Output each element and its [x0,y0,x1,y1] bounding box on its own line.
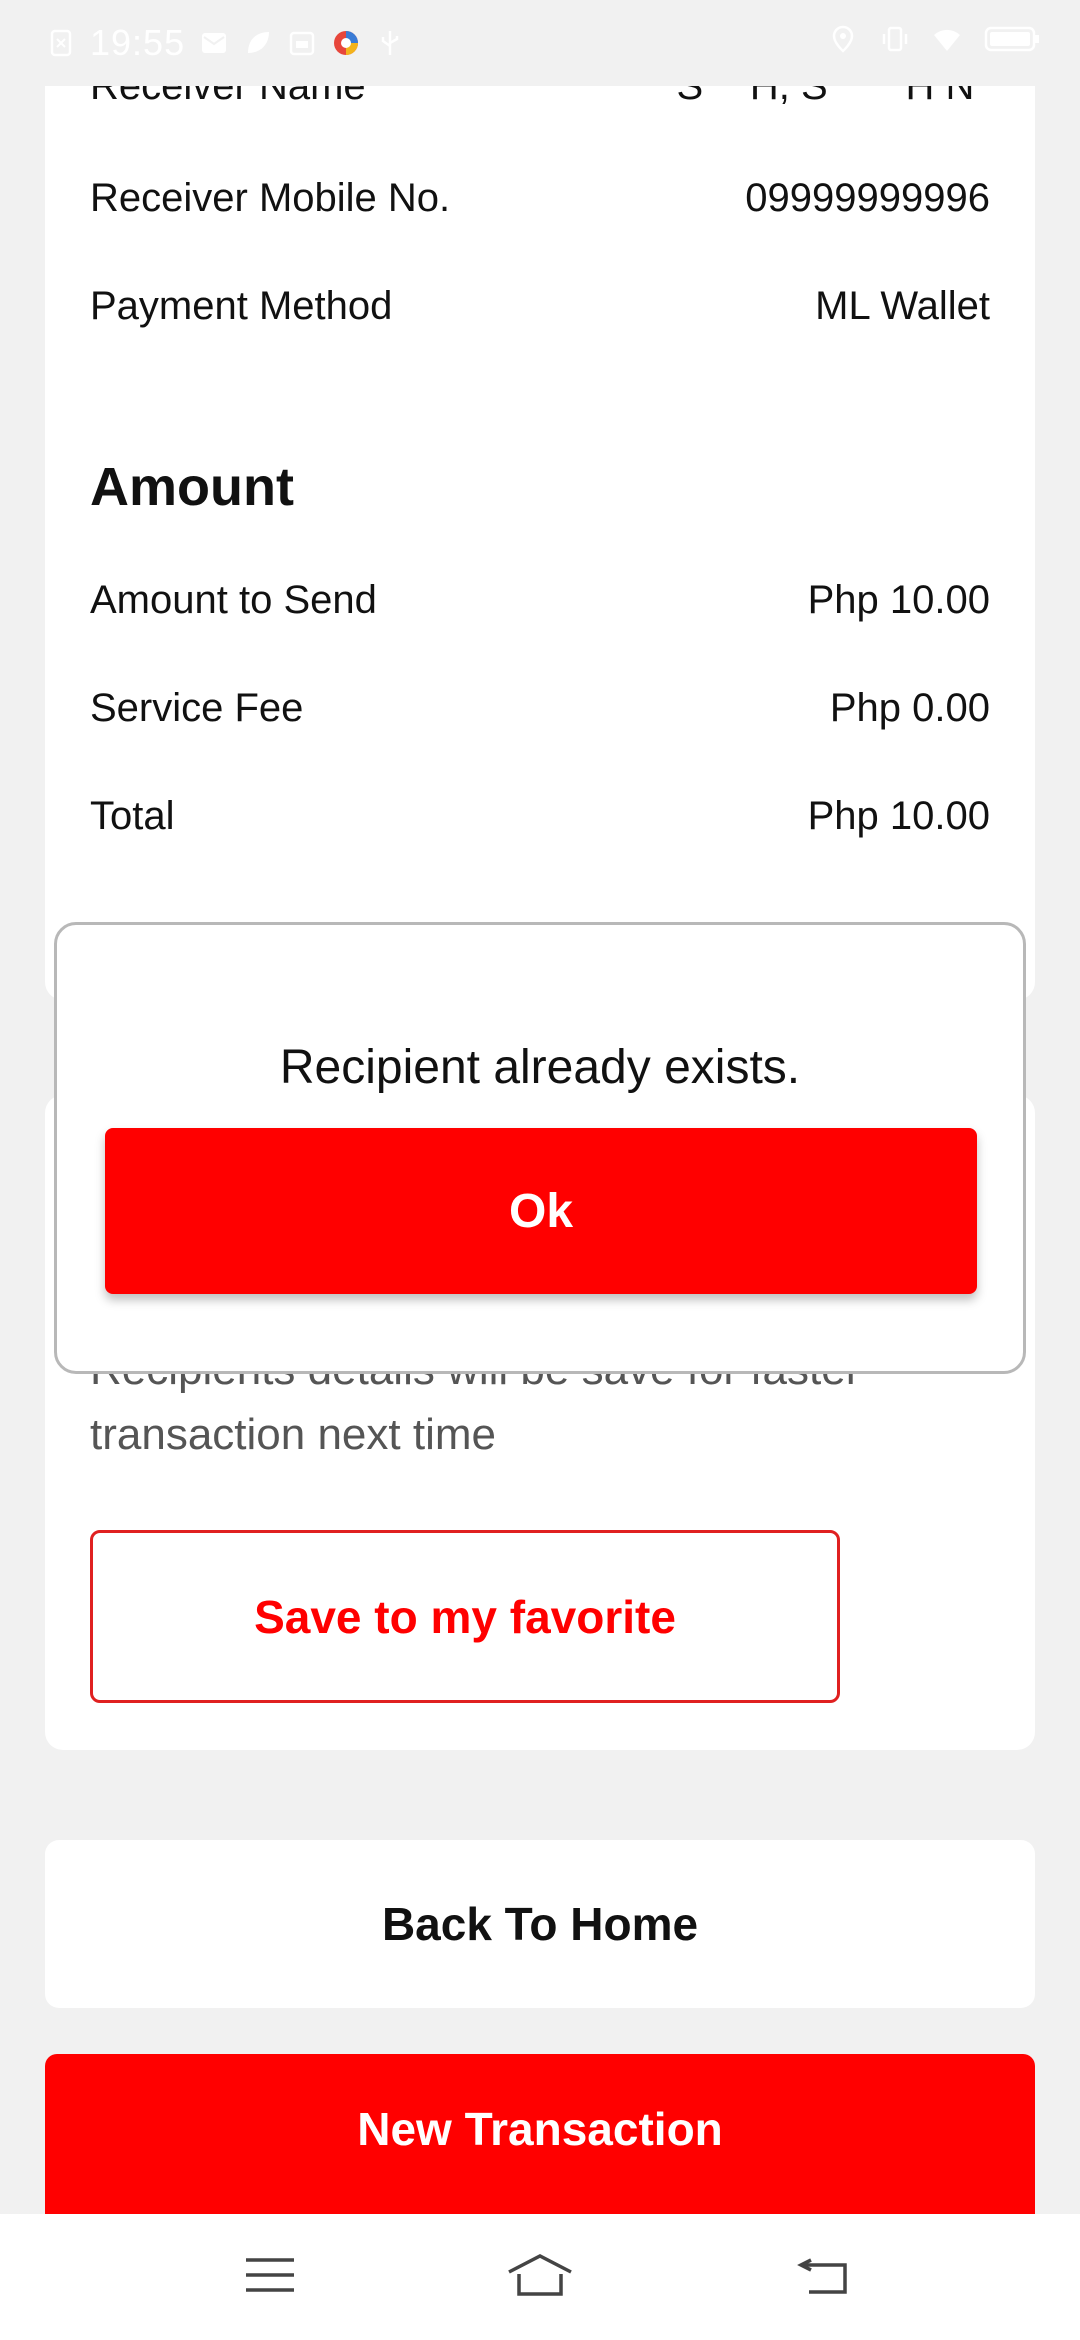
recipient-exists-dialog: Recipient already exists. Ok [54,922,1026,1374]
payment-method-value: ML Wallet [815,284,990,328]
dialog-message: Recipient already exists. [279,1041,801,1094]
payment-method-label: Payment Method [90,284,393,328]
location-icon [832,25,854,53]
menu-icon[interactable] [240,2250,300,2300]
service-fee-value: Php 0.00 [829,686,990,730]
dialog-ok-button[interactable]: Ok [105,1128,977,1294]
status-bar: 19:55 [0,0,1080,86]
total-label: Total [90,794,175,838]
vibrate-icon [882,26,908,52]
save-to-favorite-button[interactable]: Save to my favorite [90,1530,840,1703]
transaction-summary-card: Receiver Name S***H, S*****H N* Receiver… [45,40,1035,1000]
calendar-icon [289,31,315,56]
receiver-mobile-row: Receiver Mobile No. 09999999996 [90,176,990,221]
wifi-icon [934,29,960,51]
amount-to-send-row: Amount to Send Php 10.00 [90,578,990,623]
total-row: Total Php 10.00 [90,794,990,839]
total-value: Php 10.00 [807,794,990,838]
battery-icon [984,26,1039,52]
browser-icon [334,31,359,55]
screen: 19:55 Receiver Name S***H, S*****H N* Re… [0,0,1080,2340]
mail-icon [202,33,227,53]
favorite-description-line2: transaction next time [90,1410,496,1459]
sim-icon [50,29,72,57]
receiver-mobile-value: 09999999996 [745,176,990,220]
leaf-icon [248,32,270,53]
receiver-mobile-label: Receiver Mobile No. [90,176,451,220]
back-to-home-button[interactable]: Back To Home [45,1840,1035,2008]
usb-icon [381,31,399,55]
status-right [828,24,1040,54]
status-time: 19:55 [90,22,186,63]
amount-to-send-value: Php 10.00 [807,578,990,622]
home-icon[interactable] [505,2250,575,2300]
payment-method-row: Payment Method ML Wallet [90,284,990,329]
service-fee-label: Service Fee [90,686,304,730]
system-navigation-bar [0,2214,1080,2340]
amount-to-send-label: Amount to Send [90,578,377,622]
amount-section-title: Amount [90,457,294,517]
back-icon[interactable] [795,2250,855,2300]
status-left: 19:55 [46,22,405,64]
service-fee-row: Service Fee Php 0.00 [90,686,990,731]
new-transaction-button[interactable]: New Transaction [45,2054,1035,2234]
